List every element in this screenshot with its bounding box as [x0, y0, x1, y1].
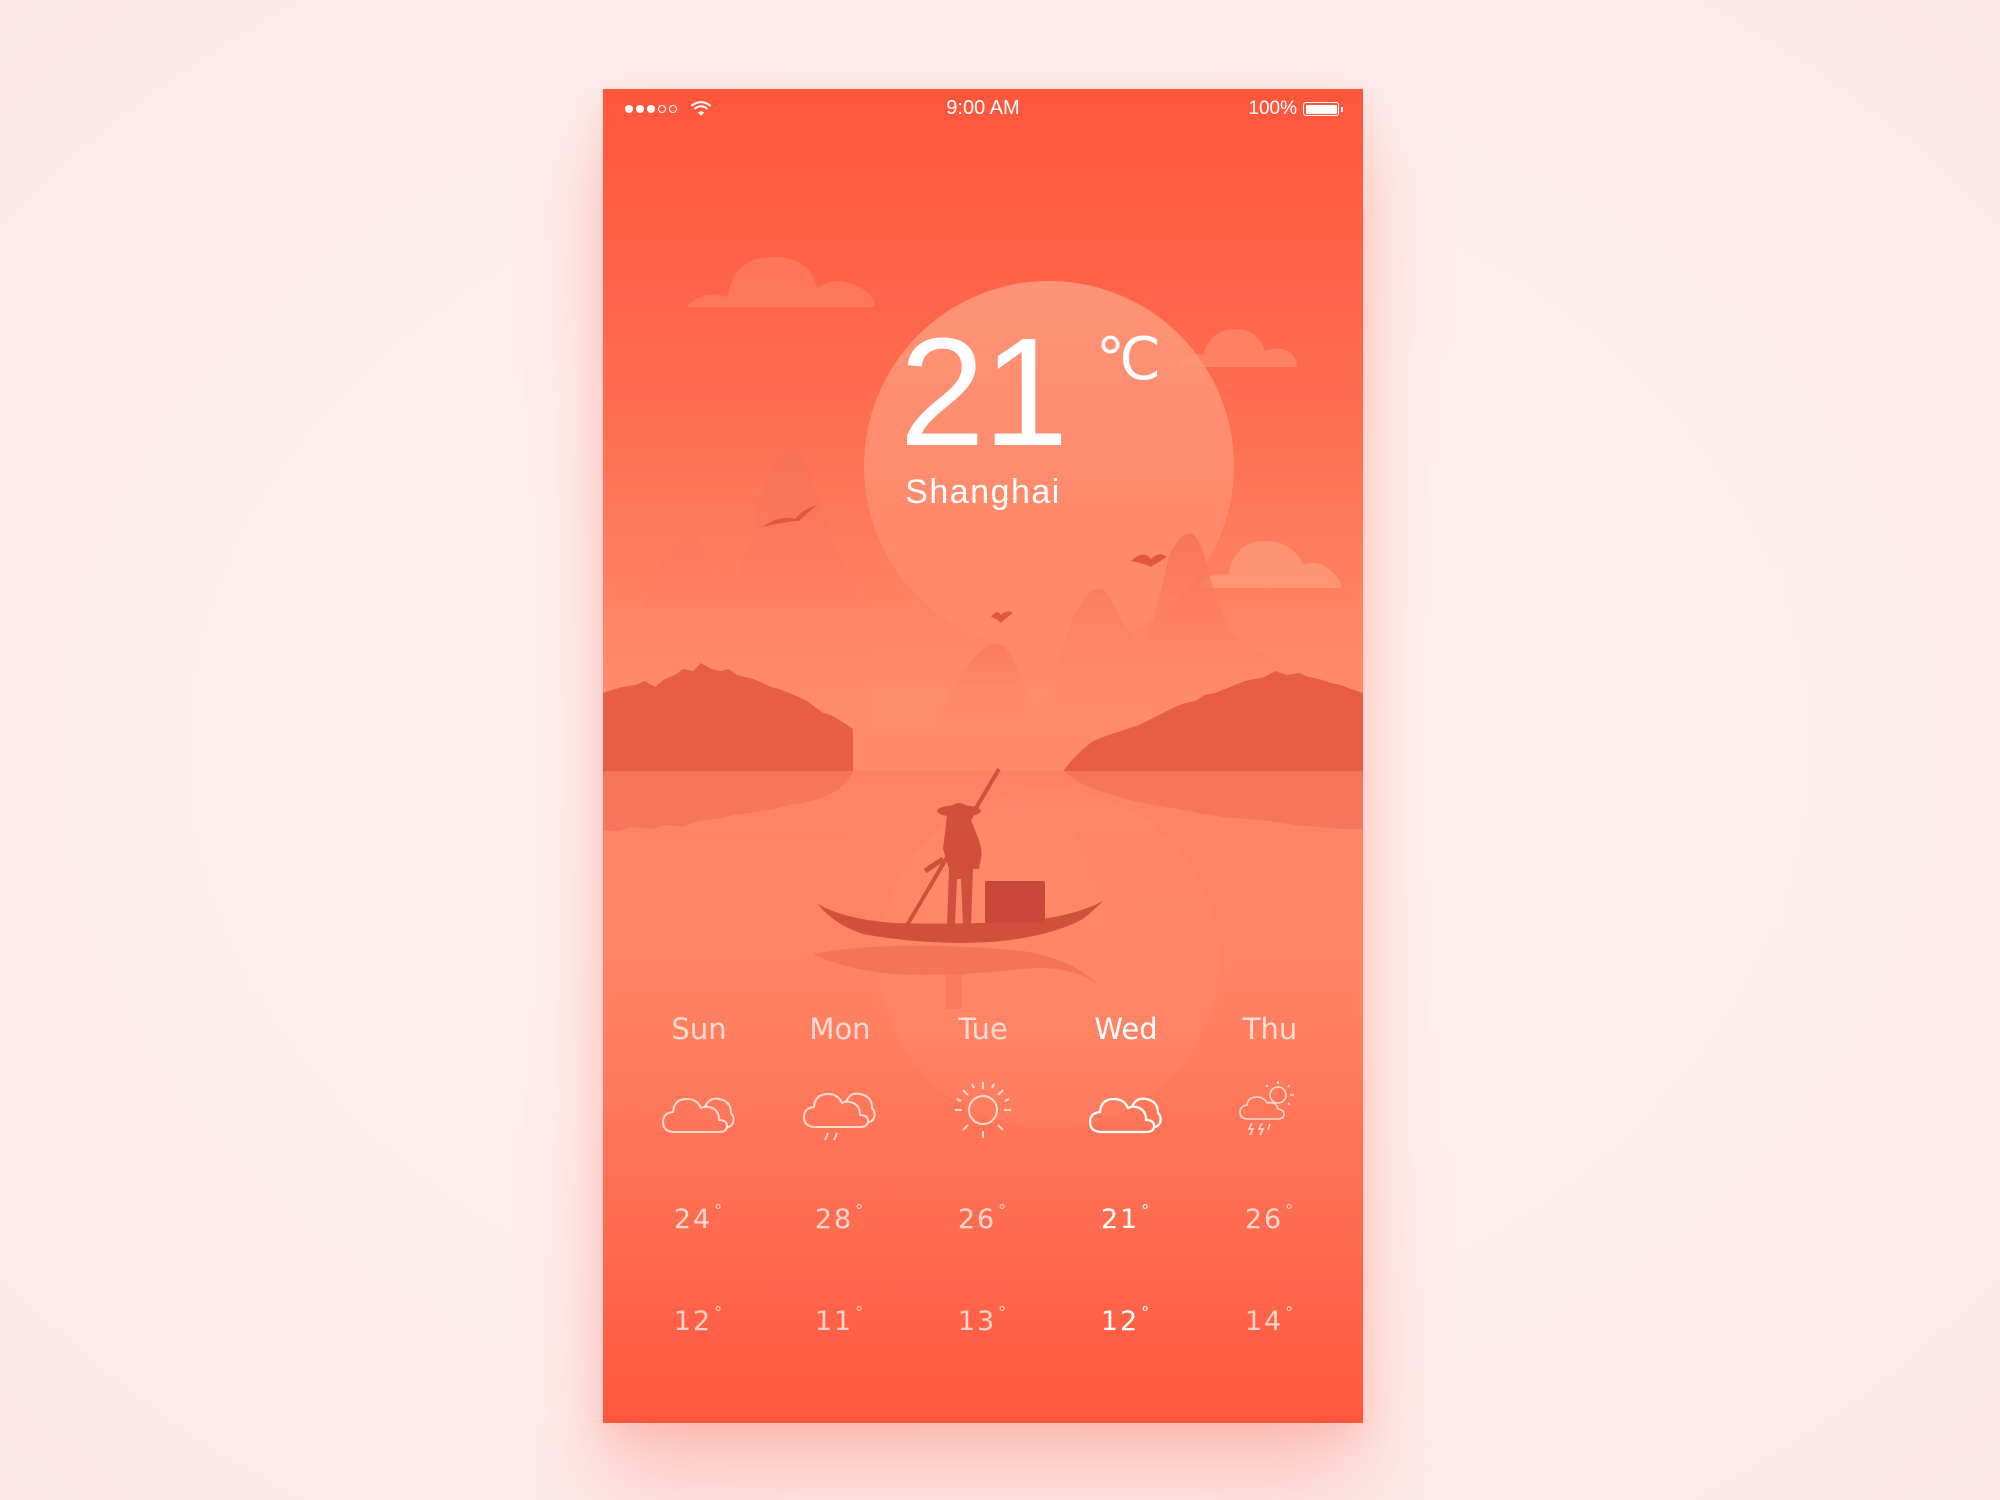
day-label: Sun [671, 1012, 727, 1046]
forecast-day-tue[interactable]: Tue 26 ° 13 ° [908, 1009, 1058, 1337]
cloud-rain-icon [802, 1077, 878, 1143]
cloudy-icon [1088, 1077, 1164, 1143]
page-background: 9:00 AM 100% 21 ℃ Shanghai Sun 24° 12° [0, 0, 2000, 1500]
day-label: Mon [809, 1012, 871, 1046]
day-label: Tue [958, 1012, 1008, 1046]
thunderstorm-sun-icon [1232, 1077, 1308, 1143]
cloudy-icon [661, 1077, 737, 1143]
sun-icon [945, 1077, 1021, 1143]
high-temp: 26 [957, 1204, 997, 1235]
high-temp: 26 [1244, 1204, 1284, 1235]
high-temp: 21 [1100, 1204, 1140, 1235]
low-temp: 12 [673, 1306, 713, 1337]
forecast-day-mon[interactable]: Mon 28 ° 11 ° [765, 1009, 915, 1337]
high-temp: 28 [814, 1204, 854, 1235]
phone-screen: 9:00 AM 100% 21 ℃ Shanghai Sun 24° 12° [603, 89, 1363, 1423]
forecast-day-wed[interactable]: Wed 21 ° 12 ° [1051, 1009, 1201, 1337]
day-label: Wed [1094, 1012, 1158, 1046]
forecast-day-thu[interactable]: Thu 26 ° 14 ° [1195, 1009, 1345, 1337]
day-label: Thu [1242, 1012, 1298, 1046]
low-temp: 12 [1100, 1306, 1140, 1337]
low-temp: 11 [814, 1306, 854, 1337]
low-temp: 13 [957, 1306, 997, 1337]
low-temp: 14 [1244, 1306, 1284, 1337]
forecast-day-sun[interactable]: Sun 24 ° 12 ° [624, 1009, 774, 1337]
high-temp: 24 [673, 1204, 713, 1235]
forecast-strip: Sun 24 ° 12 ° Mon 28 ° 11 ° Tue 26 ° 13 … [603, 89, 1363, 1423]
